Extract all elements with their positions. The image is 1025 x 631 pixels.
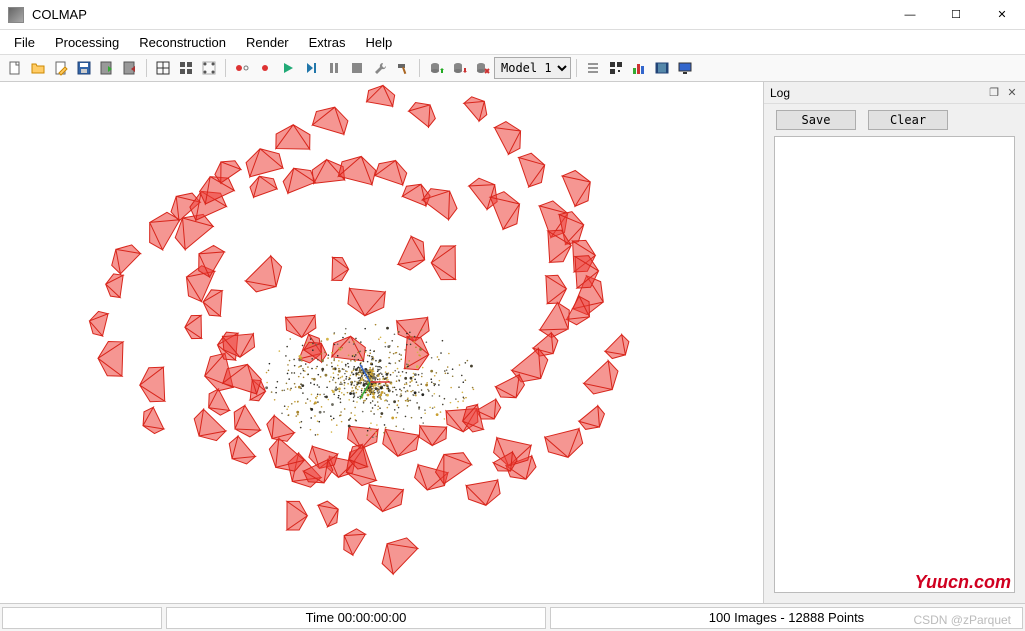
title-bar: COLMAP — ☐ ✕ [0,0,1025,30]
log-close-icon[interactable]: ✕ [1005,86,1019,100]
qr-icon[interactable] [605,57,627,79]
log-save-button[interactable]: Save [776,110,856,130]
step-forward-icon[interactable] [300,57,322,79]
menu-file[interactable]: File [4,32,45,53]
db-cross-icon[interactable] [471,57,493,79]
maximize-button[interactable]: ☐ [933,0,979,30]
grid-filled-icon[interactable] [175,57,197,79]
window-title: COLMAP [32,7,887,22]
log-panel: Log ❐ ✕ Save Clear [763,82,1025,603]
close-button[interactable]: ✕ [979,0,1025,30]
menu-reconstruction[interactable]: Reconstruction [129,32,236,53]
monitor-icon[interactable] [674,57,696,79]
db-up-icon[interactable] [425,57,447,79]
status-time: Time 00:00:00:00 [166,607,546,629]
film-icon[interactable] [651,57,673,79]
menu-extras[interactable]: Extras [299,32,356,53]
app-icon [8,7,24,23]
grid-outline-icon[interactable] [152,57,174,79]
toolbar: Model 1 [0,54,1025,82]
menu-help[interactable]: Help [355,32,402,53]
open-folder-icon[interactable] [27,57,49,79]
record-icon[interactable] [231,57,253,79]
status-bar: Time 00:00:00:00 100 Images - 12888 Poin… [0,603,1025,631]
menu-processing[interactable]: Processing [45,32,129,53]
log-title: Log [770,86,983,100]
save-icon[interactable] [73,57,95,79]
hammer-icon[interactable] [392,57,414,79]
pause-icon[interactable] [323,57,345,79]
import-icon[interactable] [96,57,118,79]
export-icon[interactable] [119,57,141,79]
minimize-button[interactable]: — [887,0,933,30]
grid-dots-icon[interactable] [198,57,220,79]
db-down-icon[interactable] [448,57,470,79]
play-icon[interactable] [277,57,299,79]
new-file-icon[interactable] [4,57,26,79]
edit-icon[interactable] [50,57,72,79]
stop-icon[interactable] [346,57,368,79]
model-selector[interactable]: Model 1 [494,57,571,79]
undock-icon[interactable]: ❐ [987,86,1001,100]
log-clear-button[interactable]: Clear [868,110,948,130]
model-viewer[interactable] [0,82,763,603]
menu-bar: File Processing Reconstruction Render Ex… [0,30,1025,54]
snapshot-icon[interactable] [254,57,276,79]
log-textarea[interactable] [774,136,1015,593]
chart-bar-icon[interactable] [628,57,650,79]
align-lines-icon[interactable] [582,57,604,79]
status-left-cell [2,607,162,629]
menu-render[interactable]: Render [236,32,299,53]
wrench-icon[interactable] [369,57,391,79]
status-info: 100 Images - 12888 Points [550,607,1023,629]
